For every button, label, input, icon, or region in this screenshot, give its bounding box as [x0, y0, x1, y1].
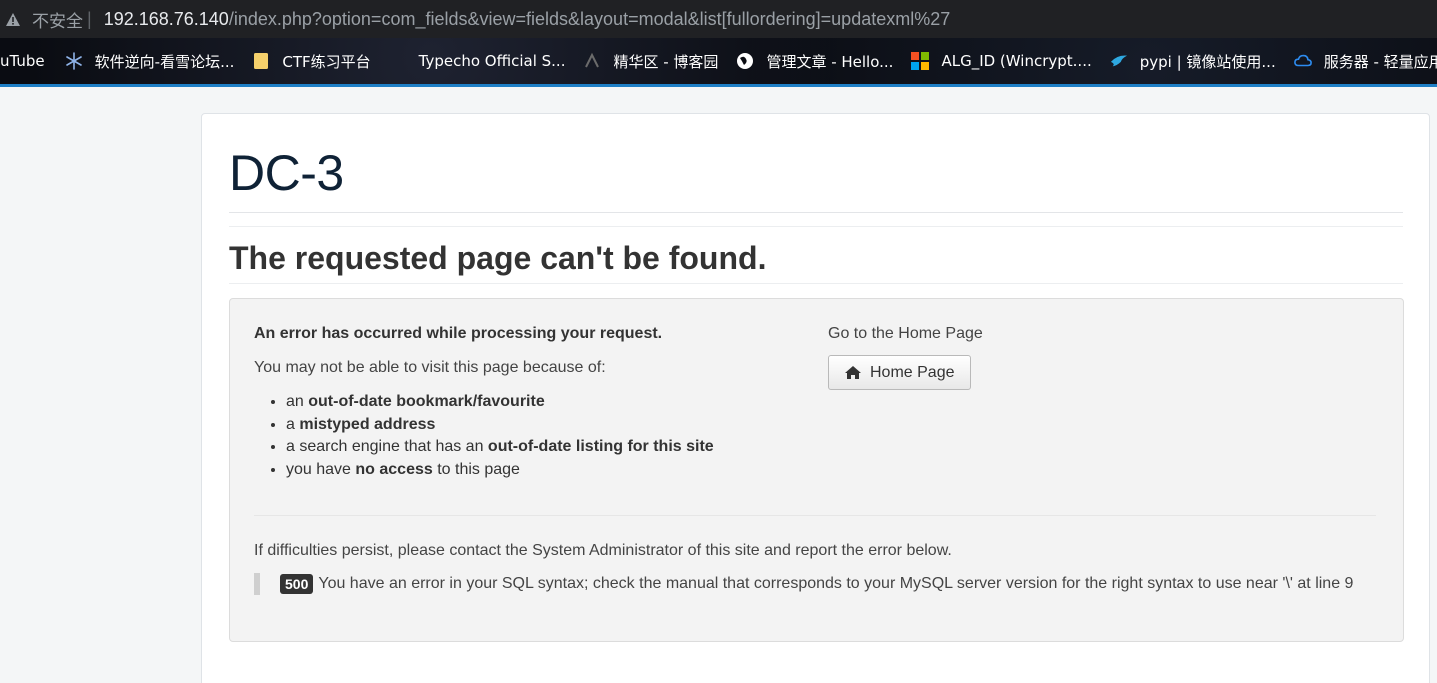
- bookmark-label: 精华区 - 博客园: [613, 52, 719, 71]
- bookmark-kanxue[interactable]: 软件逆向-看雪论坛...: [65, 51, 235, 72]
- security-label[interactable]: 不安全: [32, 7, 83, 32]
- site-title[interactable]: DC-3: [229, 144, 344, 202]
- divider: [229, 226, 1403, 227]
- home-page-button[interactable]: Home Page: [828, 355, 971, 390]
- cnblogs-icon: [583, 52, 601, 70]
- error-heading: An error has occurred while processing y…: [254, 325, 663, 342]
- page-container: DC-3 The requested page can't be found. …: [201, 113, 1430, 683]
- page-heading: The requested page can't be found.: [229, 240, 767, 276]
- bookmark-label: ALG_ID (Wincrypt....: [941, 52, 1092, 70]
- bookmark-alg-id[interactable]: ALG_ID (Wincrypt....: [911, 52, 1092, 70]
- error-subtext: You may not be able to visit this page b…: [254, 359, 606, 376]
- bookmarks-bar: uTube 软件逆向-看雪论坛... CTF练习平台 Typecho Offic…: [0, 38, 1437, 84]
- home-icon: [844, 365, 862, 381]
- home-section: Go to the Home Page Home Page: [828, 325, 983, 390]
- microsoft-icon: [911, 52, 930, 70]
- bookmark-label: 服务器 - 轻量应用: [1323, 52, 1437, 71]
- address-separator: |: [87, 8, 92, 29]
- bookmark-pypi[interactable]: pypi | 镜像站使用...: [1110, 51, 1276, 72]
- list-item: a mistyped address: [286, 414, 814, 437]
- bookmark-manage-articles[interactable]: 管理文章 - Hello...: [736, 51, 893, 72]
- reasons-list: an out-of-date bookmark/favourite a mist…: [254, 391, 814, 481]
- bookmark-server[interactable]: 服务器 - 轻量应用: [1293, 51, 1437, 72]
- url-path[interactable]: /index.php?option=com_fields&view=fields…: [229, 9, 950, 30]
- home-button-label: Home Page: [870, 363, 955, 381]
- error-panel: An error has occurred while processing y…: [229, 298, 1404, 642]
- bookmark-typecho[interactable]: Typecho Official S...: [419, 52, 566, 70]
- error-message-block: 500 You have an error in your SQL syntax…: [254, 573, 1353, 595]
- bookmark-label: Typecho Official S...: [418, 52, 566, 70]
- folder-icon: [252, 52, 270, 70]
- divider: [254, 515, 1376, 516]
- bookmark-youtube[interactable]: uTube: [0, 52, 45, 70]
- snowflake-icon: [65, 52, 83, 70]
- cloud-icon: [1293, 52, 1312, 70]
- divider: [229, 283, 1403, 284]
- persist-text: If difficulties persist, please contact …: [254, 542, 952, 559]
- bookmark-label: 软件逆向-看雪论坛...: [94, 52, 235, 71]
- bookmark-cnblogs[interactable]: 精华区 - 博客园: [583, 51, 718, 72]
- globe-icon: [736, 52, 754, 70]
- error-code-badge: 500: [280, 574, 314, 594]
- home-label: Go to the Home Page: [828, 325, 983, 342]
- accent-line: [0, 84, 1437, 87]
- bookmark-ctf[interactable]: CTF练习平台: [252, 51, 371, 72]
- bookmark-label: uTube: [0, 52, 45, 70]
- url-host[interactable]: 192.168.76.140: [104, 9, 229, 30]
- list-item: an out-of-date bookmark/favourite: [286, 391, 814, 414]
- bird-icon: [1110, 52, 1128, 70]
- error-message: You have an error in your SQL syntax; ch…: [318, 575, 1354, 592]
- error-details: An error has occurred while processing y…: [254, 325, 814, 481]
- bookmark-label: 管理文章 - Hello...: [766, 52, 894, 71]
- bookmark-label: CTF练习平台: [282, 52, 371, 71]
- divider: [229, 212, 1403, 213]
- address-bar[interactable]: 不安全 | 192.168.76.140 /index.php?option=c…: [0, 0, 1437, 38]
- warning-icon[interactable]: [6, 12, 20, 26]
- list-item: a search engine that has an out-of-date …: [286, 436, 814, 459]
- bookmark-label: pypi | 镜像站使用...: [1139, 52, 1276, 71]
- list-item: you have no access to this page: [286, 459, 814, 482]
